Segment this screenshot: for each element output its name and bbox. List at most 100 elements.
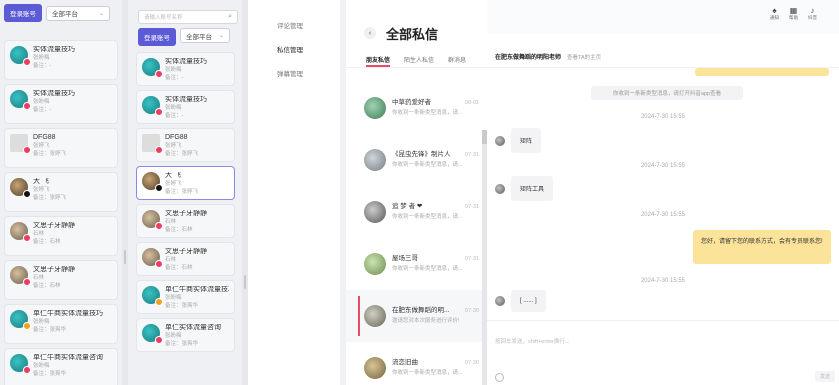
conversation-preview: 邀请您对本次服务进行评价!	[392, 318, 460, 324]
message-input[interactable]: 按回车发送，shift+enter换行...	[495, 337, 569, 345]
back-arrow-icon[interactable]: ‹	[364, 27, 376, 39]
conversation-item[interactable]: 《昆虫先锋》制片人 07-31 你收到一条新类型消息，请...	[346, 134, 487, 186]
account-name: 文思子牙静静	[33, 266, 75, 273]
platform-badge-icon	[23, 190, 31, 198]
account-card[interactable]: 单仁牛商实体流量咨询 张盼梅 备注：张爽华	[4, 348, 118, 385]
message-timestamp: 2024-7-30 15:55	[640, 212, 686, 218]
nav-danmaku-management[interactable]: 弹幕管理	[248, 68, 340, 92]
account-name: 单仁牛商实体流量技巧	[33, 310, 103, 317]
login-account-button[interactable]: 登录账号	[4, 4, 42, 22]
account-card[interactable]: 文思子牙静静 石林 备注：石林	[136, 204, 235, 238]
send-button[interactable]: 发送	[814, 371, 835, 382]
account-card[interactable]: 单仁牛商实体流量技巧 张盼梅 备注：张爽华	[4, 304, 118, 344]
platform-badge-icon	[23, 102, 31, 110]
conversation-avatar	[364, 305, 386, 327]
platform-select-value: 全部平台	[52, 11, 78, 18]
tab-group-messages[interactable]: 群消息	[448, 52, 466, 67]
platform-badge-icon	[23, 322, 31, 330]
platform-select-value-2: 全部平台	[186, 33, 212, 41]
platform-select[interactable]: 全部平台 ⌄	[46, 5, 110, 21]
account-card[interactable]: 文思子牙静静 石林 备注：石林	[4, 216, 118, 256]
account-avatar	[10, 354, 31, 374]
account-name: 实体流量技巧	[33, 46, 75, 53]
account-name: 实体流量技巧	[165, 58, 207, 65]
conversation-item[interactable]: 屋场三哥 07-31 你收到一条新类型消息，请...	[346, 238, 487, 290]
account-card[interactable]: 文思子牙静静 石林 备注：石林	[4, 260, 118, 300]
account-card[interactable]: 实体流量技巧 张盼梅 备注：-	[4, 40, 118, 80]
search-placeholder: 请输入账号名称	[144, 15, 183, 21]
account-owner: 张盼梅	[165, 295, 182, 301]
account-list-panel: 登录账号 全部平台 ⌄ 实体流量技巧 张盼梅 备注：- 实体流量技巧 张盼梅 备注：- DF…	[0, 0, 122, 385]
account-note: 备注：张婷飞	[165, 151, 199, 157]
conversation-item[interactable]: 追 梦 者 ❤ 07-31 你收到一条新类型消息，请...	[346, 186, 487, 238]
account-owner: 石林	[165, 219, 177, 225]
account-card[interactable]: DFG88 张婷飞 备注：张婷飞	[4, 128, 118, 168]
account-card[interactable]: 单仁牛商实体流量技巧 张盼梅 备注：张爽华	[136, 280, 235, 314]
account-card[interactable]: 文思子牙静静 石林 备注：石林	[136, 242, 235, 276]
account-card[interactable]: 实体流量技巧 张盼梅 备注：-	[4, 84, 118, 124]
contact-avatar	[495, 135, 505, 146]
account-avatar	[142, 96, 163, 116]
account-card[interactable]: 大 飞张婷飞 备注：张婷飞	[136, 166, 235, 200]
incoming-message: 矩阵	[495, 128, 542, 153]
search-icon[interactable]: ⌕	[228, 13, 232, 21]
platform-badge-icon	[23, 366, 31, 374]
account-avatar	[142, 286, 163, 306]
account-avatar	[142, 210, 163, 230]
account-note: 备注：张婷飞	[33, 195, 67, 201]
chevron-down-icon: ⌄	[98, 10, 104, 17]
account-card[interactable]: 实体流量技巧 张盼梅 备注：-	[136, 52, 235, 86]
tab-stranger-messages[interactable]: 陌生人私信	[404, 52, 434, 67]
conversation-time: 07-30	[464, 308, 479, 314]
account-name: DFG88	[165, 134, 188, 141]
contact-avatar	[495, 296, 505, 306]
douyin-button[interactable]: ♪ 抖音	[808, 6, 817, 34]
account-card[interactable]: 大 飞张婷飞 备注：张婷飞	[4, 172, 118, 212]
platform-badge-icon	[23, 146, 31, 154]
conversation-avatar	[364, 253, 386, 275]
account-owner: 张婷飞	[33, 143, 50, 149]
conversation-item[interactable]: 在肥东做舞蹈的明... 07-30 邀请您对本次服务进行评价!	[346, 290, 487, 342]
platform-select-2[interactable]: 全部平台 ⌄	[180, 28, 230, 43]
account-note: 备注：石林	[33, 239, 61, 245]
tab-friend-messages[interactable]: 朋友私信	[366, 52, 391, 67]
emoji-icon[interactable]	[495, 373, 504, 382]
conversation-item[interactable]: 中草药爱好者 08-01 你收到一条新类型消息，请...	[346, 82, 487, 134]
account-note: 备注：张爽华	[33, 371, 67, 377]
account-name: 大 飞	[165, 172, 181, 179]
message-composer[interactable]: 按回车发送，shift+enter换行... 发送	[487, 320, 839, 385]
nav-comment-management[interactable]: 评论管理	[248, 20, 340, 44]
account-search-input[interactable]: 请输入账号名称 ⌕	[138, 10, 238, 24]
nav-dm-management[interactable]: 私信管理	[248, 44, 340, 68]
account-name: 实体流量技巧	[33, 90, 75, 97]
tiktok-icon: ♪	[810, 6, 815, 15]
conversation-preview: 你收到一条新类型消息，请...	[392, 162, 463, 168]
notification-button[interactable]: ♠ 通知	[770, 6, 779, 34]
account-card[interactable]: DFG88 张婷飞 备注：张婷飞	[136, 128, 235, 162]
help-button[interactable]: ▦ 帮助	[789, 6, 798, 34]
login-account-button-2[interactable]: 登录账号	[138, 28, 176, 46]
account-avatar	[142, 172, 163, 192]
account-owner: 张盼梅	[165, 67, 182, 73]
account-note: 备注：张婷飞	[165, 189, 199, 195]
conversation-item[interactable]: 流恋旧曲 07-30 你收到一条新类型消息，请...	[346, 342, 487, 385]
outgoing-bubble: 您好，请留下您的联系方式，会有专员联系您!	[693, 230, 831, 264]
inbox-tabs: 朋友私信 陌生人私信 群消息	[346, 52, 487, 68]
conversation-avatar	[364, 149, 386, 171]
account-avatar	[10, 90, 31, 110]
account-owner: 张盼梅	[165, 105, 182, 111]
conversation-preview: 你收到一条新类型消息，请...	[392, 370, 463, 376]
account-note: 备注：-	[33, 107, 52, 113]
account-card[interactable]: 实体流量技巧 张盼梅 备注：-	[136, 90, 235, 124]
chat-toolbar: ♠ 通知 ▦ 帮助 ♪ 抖音	[487, 0, 839, 34]
account-card[interactable]: 单仁实体流量咨询 张盼梅 备注：张爽华	[136, 318, 235, 352]
platform-badge-icon	[23, 278, 31, 286]
view-profile-link[interactable]: 查看TA的主页	[567, 53, 601, 61]
toolbar-label: 帮助	[789, 15, 798, 20]
conversation-preview: 你收到一条新类型消息，请...	[392, 266, 463, 272]
account-owner: 张盼梅	[33, 319, 50, 325]
conversation-name: 追 梦 者 ❤	[392, 203, 423, 210]
account-avatar	[10, 222, 31, 242]
account-owner: 张盼梅	[33, 363, 50, 369]
chevron-down-icon: ⌄	[218, 33, 224, 39]
